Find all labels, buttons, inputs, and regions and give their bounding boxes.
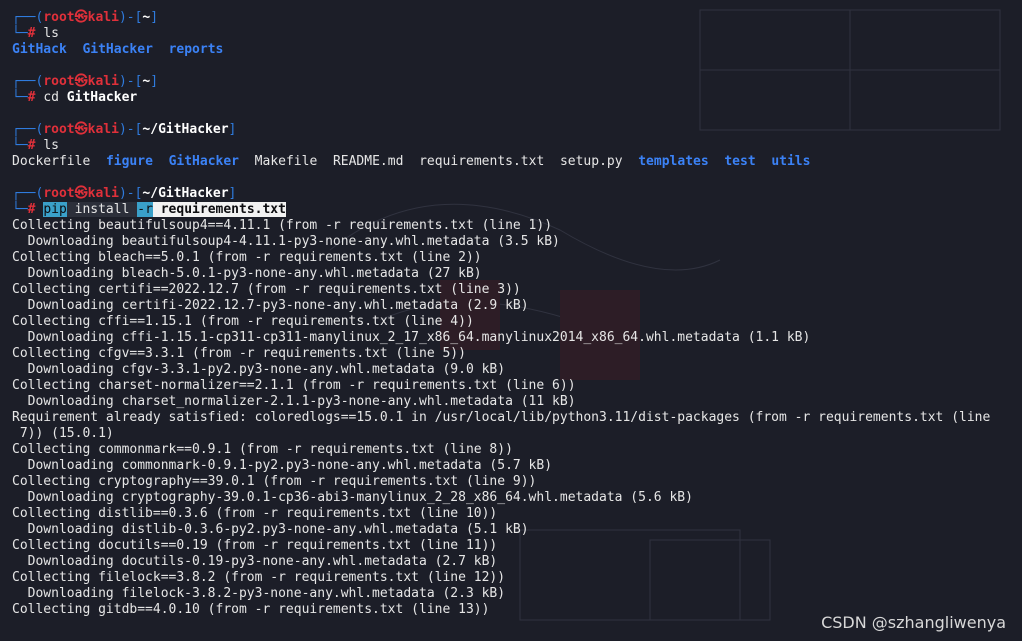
prompt-line: ┌──(root㉿kali)-[~/GitHacker] bbox=[12, 122, 1018, 138]
output-line: Downloading distlib-0.3.6-py2.py3-none-a… bbox=[12, 522, 529, 537]
command-pip: pip bbox=[43, 202, 67, 217]
prompt-line: ┌──(root㉿kali)-[~] bbox=[12, 10, 1018, 26]
command-file-arg: requirements.txt bbox=[152, 202, 286, 217]
output-line: Collecting cryptography==39.0.1 (from -r… bbox=[12, 474, 537, 489]
terminal-window[interactable]: ┌──(root㉿kali)-[~] └─# ls GitHack GitHac… bbox=[0, 0, 1022, 641]
output-line: Collecting charset-normalizer==2.1.1 (fr… bbox=[12, 378, 576, 393]
pip-output: Collecting beautifulsoup4==4.11.1 (from … bbox=[12, 218, 1018, 618]
prompt-hash: # bbox=[27, 138, 36, 153]
output-line: Downloading cfgv-3.3.1-py2.py3-none-any.… bbox=[12, 362, 506, 377]
dir-entry: GitHacker bbox=[168, 154, 240, 169]
prompt-line: ┌──(root㉿kali)-[~/GitHacker] bbox=[12, 186, 1018, 202]
prompt-box-bottom: └─ bbox=[12, 202, 28, 217]
prompt-close: ] bbox=[228, 122, 237, 137]
output-line: Collecting certifi==2022.12.7 (from -r r… bbox=[12, 282, 521, 297]
ls-output-line: GitHack GitHacker reports bbox=[12, 42, 1018, 58]
output-line: Collecting commonmark==0.9.1 (from -r re… bbox=[12, 442, 513, 457]
file-entry: Dockerfile bbox=[12, 154, 91, 169]
command-flag: -r bbox=[137, 202, 153, 217]
dir-entry: GitHacker bbox=[82, 42, 153, 57]
command-line: └─# pip install -r requirements.txt bbox=[12, 202, 1018, 218]
dir-entry: GitHack bbox=[12, 42, 67, 57]
csdn-watermark: CSDN @szhangliwenya bbox=[821, 613, 1006, 632]
ls-output-line: Dockerfile figure GitHacker Makefile REA… bbox=[12, 154, 1018, 170]
command-line: └─# ls bbox=[12, 26, 1018, 42]
prompt-box-top: ┌──( bbox=[12, 186, 44, 201]
output-line: Collecting beautifulsoup4==4.11.1 (from … bbox=[12, 218, 553, 233]
command-text: ls bbox=[43, 26, 59, 41]
prompt-sep: )-[ bbox=[118, 10, 143, 25]
output-line: Downloading charset_normalizer-2.1.1-py3… bbox=[12, 394, 576, 409]
prompt-close: ] bbox=[228, 186, 237, 201]
prompt-user: root㉿kali bbox=[43, 122, 119, 137]
file-entry: Makefile bbox=[254, 154, 318, 169]
file-entry: requirements.txt bbox=[419, 154, 545, 169]
prompt-path: ~/GitHacker bbox=[142, 122, 229, 137]
file-entry: setup.py bbox=[559, 154, 623, 169]
prompt-box-bottom: └─ bbox=[12, 138, 28, 153]
file-entry: README.md bbox=[332, 154, 404, 169]
command-line: └─# cd GitHacker bbox=[12, 90, 1018, 106]
prompt-path: ~/GitHacker bbox=[142, 186, 229, 201]
prompt-close: ] bbox=[150, 10, 159, 25]
command-line: └─# ls bbox=[12, 138, 1018, 154]
output-line: Collecting filelock==3.8.2 (from -r requ… bbox=[12, 570, 506, 585]
output-line: Downloading certifi-2022.12.7-py3-none-a… bbox=[12, 298, 529, 313]
prompt-sep: )-[ bbox=[118, 74, 143, 89]
command-install: install bbox=[66, 202, 138, 217]
dir-entry: templates bbox=[638, 154, 709, 169]
output-line: Downloading beautifulsoup4-4.11.1-py3-no… bbox=[12, 234, 560, 249]
prompt-hash: # bbox=[27, 26, 36, 41]
dir-entry: figure bbox=[105, 154, 153, 169]
command-text: cd bbox=[43, 90, 59, 105]
dir-entry: reports bbox=[168, 42, 224, 57]
output-line: 7)) (15.0.1) bbox=[12, 426, 114, 441]
prompt-user: root㉿kali bbox=[43, 74, 119, 89]
output-line: Downloading docutils-0.19-py3-none-any.w… bbox=[12, 554, 498, 569]
output-line: Downloading bleach-5.0.1-py3-none-any.wh… bbox=[12, 266, 482, 281]
dir-entry: utils bbox=[771, 154, 811, 169]
prompt-user: root㉿kali bbox=[43, 186, 119, 201]
output-line: Downloading commonmark-0.9.1-py2.py3-non… bbox=[12, 458, 553, 473]
prompt-box-top: ┌──( bbox=[12, 74, 44, 89]
output-line: Collecting bleach==5.0.1 (from -r requir… bbox=[12, 250, 482, 265]
prompt-sep: )-[ bbox=[118, 186, 143, 201]
prompt-close: ] bbox=[150, 74, 159, 89]
output-line: Downloading filelock-3.8.2-py3-none-any.… bbox=[12, 586, 506, 601]
output-line: Collecting distlib==0.3.6 (from -r requi… bbox=[12, 506, 498, 521]
output-line: Collecting docutils==0.19 (from -r requi… bbox=[12, 538, 498, 553]
output-line: Downloading cryptography-39.0.1-cp36-abi… bbox=[12, 490, 693, 505]
prompt-sep: )-[ bbox=[118, 122, 143, 137]
command-arg: GitHacker bbox=[66, 90, 138, 105]
output-line: Requirement already satisfied: coloredlo… bbox=[12, 410, 991, 425]
prompt-line: ┌──(root㉿kali)-[~] bbox=[12, 74, 1018, 90]
output-line: Collecting cfgv==3.3.1 (from -r requirem… bbox=[12, 346, 466, 361]
prompt-box-top: ┌──( bbox=[12, 122, 44, 137]
output-line: Downloading cffi-1.15.1-cp311-cp311-many… bbox=[12, 330, 811, 345]
output-line: Collecting cffi==1.15.1 (from -r require… bbox=[12, 314, 474, 329]
prompt-hash: # bbox=[27, 202, 36, 217]
prompt-box-bottom: └─ bbox=[12, 26, 28, 41]
dir-entry: test bbox=[724, 154, 756, 169]
prompt-box-top: ┌──( bbox=[12, 10, 44, 25]
prompt-hash: # bbox=[27, 90, 36, 105]
terminal-output: ┌──(root㉿kali)-[~] └─# ls GitHack GitHac… bbox=[12, 10, 1018, 618]
prompt-box-bottom: └─ bbox=[12, 90, 28, 105]
prompt-user: root㉿kali bbox=[43, 10, 119, 25]
command-text: ls bbox=[43, 138, 59, 153]
